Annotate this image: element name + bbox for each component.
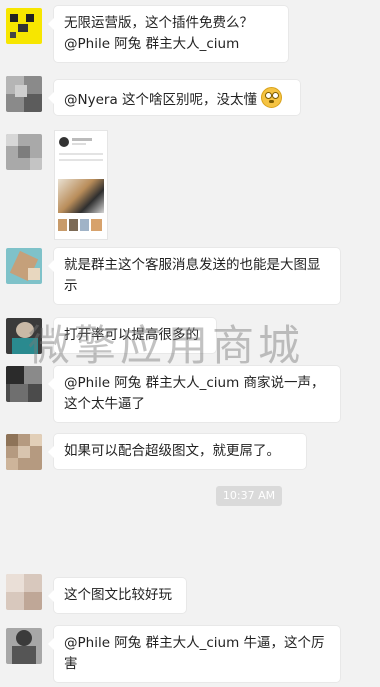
avatar[interactable] bbox=[6, 628, 42, 664]
message-bubble[interactable]: 就是群主这个客服消息发送的也能是大图显示 bbox=[48, 248, 340, 304]
thumbnail-photo bbox=[58, 179, 104, 213]
message-bubble[interactable]: @Phile 阿兔 群主大人_cium 牛逼，这个厉害 bbox=[48, 626, 340, 682]
message-bubble[interactable]: 这个图文比较好玩 bbox=[48, 578, 186, 613]
avatar[interactable] bbox=[6, 8, 42, 44]
confused-emoji-icon bbox=[261, 87, 283, 108]
image-message[interactable] bbox=[54, 130, 108, 240]
avatar[interactable] bbox=[6, 434, 42, 470]
thumbnail-avatar bbox=[59, 137, 69, 147]
avatar[interactable] bbox=[6, 248, 42, 284]
message-bubble[interactable]: @Phile 阿兔 群主大人_cium 商家说一声，这个太牛逼了 bbox=[48, 366, 340, 422]
avatar[interactable] bbox=[6, 134, 42, 170]
timestamp: 10:37 AM bbox=[216, 486, 282, 506]
avatar[interactable] bbox=[6, 574, 42, 610]
avatar[interactable] bbox=[6, 366, 42, 402]
message-bubble[interactable]: @Nyera 这个啥区别呢，没太懂 bbox=[48, 80, 300, 115]
avatar[interactable] bbox=[6, 318, 42, 354]
avatar[interactable] bbox=[6, 76, 42, 112]
message-bubble[interactable]: 无限运营版，这个插件免费么？ @Phile 阿兔 群主大人_cium bbox=[48, 6, 288, 62]
message-bubble[interactable]: 打开率可以提高很多的 bbox=[48, 318, 216, 353]
message-text: @Nyera 这个啥区别呢，没太懂 bbox=[64, 92, 258, 108]
message-bubble[interactable]: 如果可以配合超级图文，就更屌了。 bbox=[48, 434, 306, 469]
